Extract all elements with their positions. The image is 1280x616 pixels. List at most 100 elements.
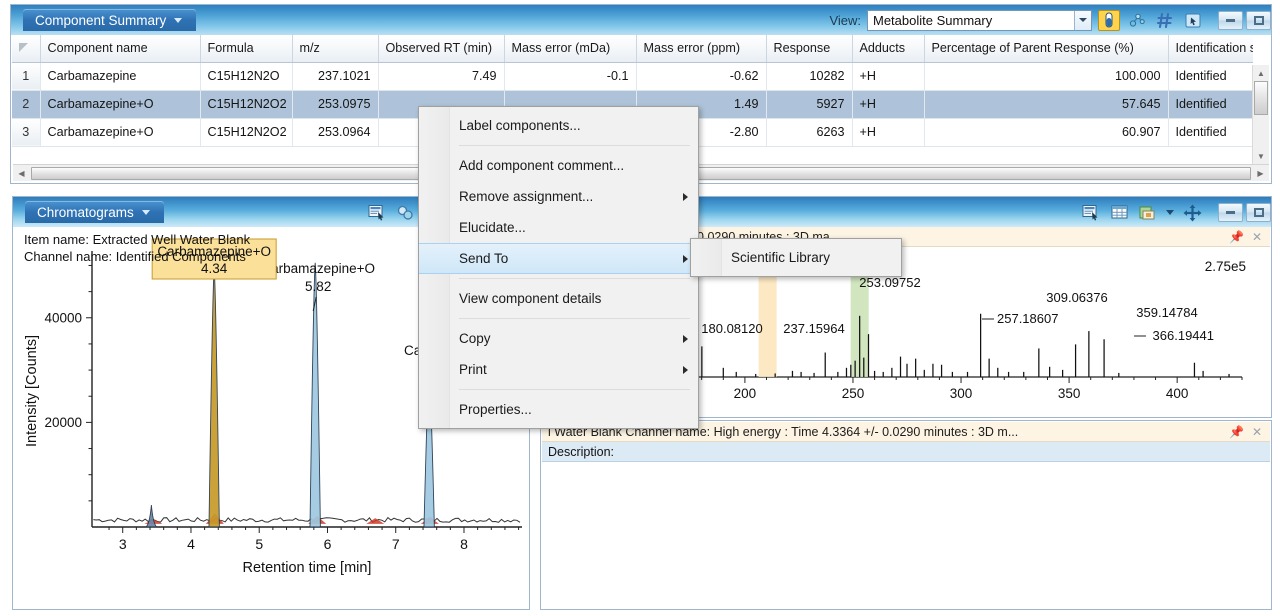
cell-response: 6263 <box>766 118 853 147</box>
chevron-down-icon[interactable] <box>174 17 183 23</box>
view-combobox-dropdown-button[interactable] <box>1074 10 1091 30</box>
x-tick-label: 5 <box>255 536 263 552</box>
row-number: 1 <box>12 62 41 91</box>
spectrum-top-window-buttons <box>1218 202 1271 222</box>
cell-adducts: +H <box>852 90 925 119</box>
context-submenu[interactable]: Scientific Library <box>690 238 902 277</box>
menu-separator <box>459 278 690 279</box>
pin-icon[interactable]: 📌 <box>1229 425 1244 439</box>
hash-icon[interactable] <box>1154 10 1176 31</box>
chromatogram-peak[interactable] <box>145 504 158 528</box>
y-tick-label: 40000 <box>44 310 82 325</box>
col-observed-rt[interactable]: Observed RT (min) <box>378 35 505 63</box>
x-tick-label: 4 <box>187 536 195 552</box>
col-component-name[interactable]: Component name <box>40 35 201 63</box>
chromatogram-metadata: Item name: Extracted Well Water Blank Ch… <box>24 231 250 265</box>
table-row[interactable]: 1 Carbamazepine C15H12N2O 237.1021 7.49 … <box>12 62 1253 91</box>
restore-button[interactable] <box>1246 202 1271 222</box>
scroll-right-arrow-icon[interactable]: ▶ <box>1252 166 1269 181</box>
minimize-button[interactable] <box>1218 10 1243 30</box>
peak-annotation-label: 359.14784 <box>1136 305 1197 320</box>
description-bar: Description: <box>542 442 1270 462</box>
vertical-scroll-thumb[interactable] <box>1254 81 1268 115</box>
x-tick-label: 3 <box>119 536 127 552</box>
x-tick-label: 6 <box>324 536 332 552</box>
table-header-row: Component name Formula m/z Observed RT (… <box>12 35 1253 63</box>
select-all-corner[interactable] <box>12 35 41 63</box>
menu-item-copy[interactable]: Copy <box>419 323 698 354</box>
close-icon[interactable]: ✕ <box>1252 425 1262 439</box>
table-vertical-scrollbar[interactable]: ▲ ▼ <box>1252 65 1269 164</box>
view-selector-group: View: Metabolite Summary <box>829 9 1210 31</box>
chevron-down-icon[interactable] <box>141 209 150 215</box>
chevron-down-icon[interactable] <box>1166 209 1174 215</box>
x-tick-label: 300 <box>950 386 973 401</box>
context-menu[interactable]: Label components... Add component comment… <box>418 106 699 429</box>
x-tick-label: 7 <box>392 536 400 552</box>
menu-item-view-component-details[interactable]: View component details <box>419 283 698 314</box>
cell-mass-error-ppm: -0.62 <box>636 62 767 91</box>
spectrum-bottom-body: l Water Blank Channel name: High energy … <box>542 422 1270 608</box>
menu-separator <box>459 145 690 146</box>
component-summary-titlebar: Component Summary View: Metabolite Summa… <box>11 5 1271 35</box>
tab-chromatograms[interactable]: Chromatograms <box>25 201 164 223</box>
close-icon[interactable]: ✕ <box>1252 230 1262 244</box>
scroll-up-arrow-icon[interactable]: ▲ <box>1253 65 1269 81</box>
menu-item-label: Label components... <box>459 118 581 133</box>
chromatogram-peak[interactable] <box>208 268 220 528</box>
menu-item-label-components[interactable]: Label components... <box>419 110 698 141</box>
menu-item-label: View component details <box>459 291 602 306</box>
col-identification-status[interactable]: Identification status <box>1168 35 1253 63</box>
col-formula[interactable]: Formula <box>200 35 293 63</box>
scroll-down-arrow-icon[interactable]: ▼ <box>1253 148 1269 164</box>
pointer-box-icon[interactable] <box>1182 10 1204 31</box>
menu-item-add-component-comment[interactable]: Add component comment... <box>419 150 698 181</box>
minimize-button[interactable] <box>1218 202 1243 222</box>
peak-annotation-label: 257.18607 <box>997 311 1058 326</box>
cell-identification-status: Identified <box>1168 62 1253 91</box>
col-adducts[interactable]: Adducts <box>852 35 925 63</box>
menu-item-label: Send To <box>459 251 509 266</box>
submenu-arrow-icon <box>683 365 688 374</box>
spectrum-bottom-chart[interactable] <box>542 462 1270 608</box>
cell-percentage-parent: 60.907 <box>924 118 1169 147</box>
x-tick-label: 8 <box>460 536 468 552</box>
cell-mass-error-mda: -0.1 <box>504 62 637 91</box>
tab-chromatograms-label: Chromatograms <box>37 204 134 220</box>
chromatogram-item-name: Item name: Extracted Well Water Blank <box>24 232 251 247</box>
x-tick-label: 400 <box>1166 386 1189 401</box>
submenu-item-label: Scientific Library <box>731 250 831 265</box>
molecule-icon[interactable] <box>1126 10 1148 31</box>
x-axis-label: Retention time [min] <box>243 560 372 576</box>
properties-panel-icon[interactable] <box>368 204 387 221</box>
col-mass-error-mda[interactable]: Mass error (mDa) <box>504 35 637 63</box>
scroll-left-arrow-icon[interactable]: ◀ <box>13 166 30 181</box>
x-tick-label: 250 <box>842 386 865 401</box>
view-combobox[interactable]: Metabolite Summary <box>867 9 1092 31</box>
col-response[interactable]: Response <box>766 35 853 63</box>
y-axis-label: Intensity [Counts] <box>24 335 40 447</box>
col-mz[interactable]: m/z <box>292 35 379 63</box>
properties-panel-icon[interactable] <box>1082 204 1101 221</box>
move-arrows-icon[interactable] <box>1183 204 1202 221</box>
menu-separator <box>459 389 690 390</box>
cell-percentage-parent: 100.000 <box>924 62 1169 91</box>
col-percentage-parent[interactable]: Percentage of Parent Response (%) <box>924 35 1169 63</box>
pin-icon[interactable]: 📌 <box>1229 230 1244 244</box>
tab-component-summary[interactable]: Component Summary <box>23 9 197 31</box>
spectrum-top-toolbar <box>1082 204 1210 221</box>
table-grid-icon[interactable] <box>1110 204 1129 221</box>
menu-item-send-to[interactable]: Send To <box>419 243 698 274</box>
menu-item-print[interactable]: Print <box>419 354 698 385</box>
menu-item-properties[interactable]: Properties... <box>419 394 698 425</box>
menu-item-elucidate[interactable]: Elucidate... <box>419 212 698 243</box>
export-document-icon[interactable] <box>1138 204 1157 221</box>
cell-formula: C15H12N2O <box>200 62 293 91</box>
view-label: View: <box>829 12 861 28</box>
menu-item-remove-assignment[interactable]: Remove assignment... <box>419 181 698 212</box>
pill-capsule-icon[interactable] <box>1098 9 1120 31</box>
submenu-item-scientific-library[interactable]: Scientific Library <box>691 242 901 273</box>
col-mass-error-ppm[interactable]: Mass error (ppm) <box>636 35 767 63</box>
restore-button[interactable] <box>1246 10 1271 30</box>
link-chain-icon[interactable] <box>396 204 415 221</box>
